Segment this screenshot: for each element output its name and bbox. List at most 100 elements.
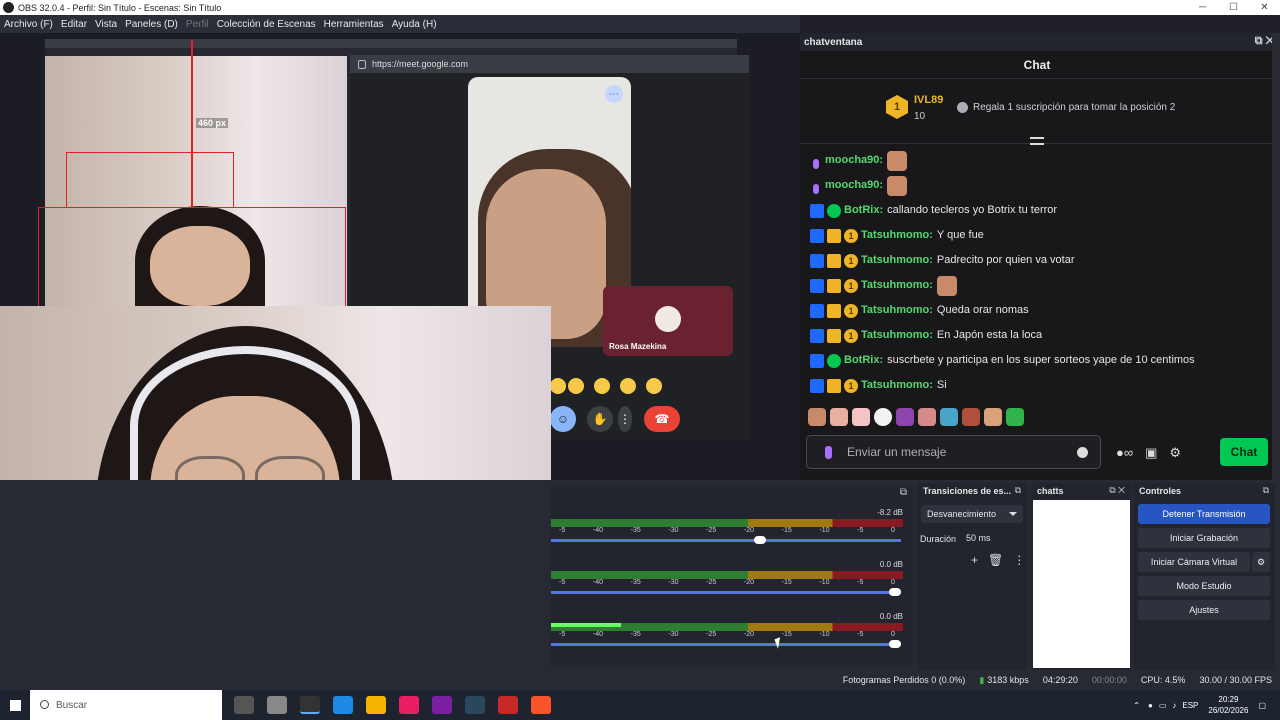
minimize-button[interactable]: ─ — [1187, 0, 1218, 15]
thumbs-down-icon[interactable] — [646, 378, 662, 394]
gift-sub-link[interactable]: Regala 1 suscripción para tomar la posic… — [957, 102, 1175, 113]
app-icon[interactable] — [498, 696, 518, 714]
tick-label: -5 — [857, 527, 864, 534]
dock-float-icon[interactable]: ⧉ — [900, 487, 907, 498]
clock[interactable]: 20:29 26/02/2026 — [1208, 694, 1248, 716]
emote-icon[interactable] — [1006, 408, 1024, 426]
edge-icon[interactable] — [333, 696, 353, 714]
network-icon[interactable]: ▭ — [1159, 701, 1167, 710]
emote-icon[interactable] — [896, 408, 914, 426]
selection-box[interactable] — [38, 207, 346, 307]
chat-username[interactable]: Tatsuhmomo: — [861, 223, 933, 248]
emote-icon[interactable] — [940, 408, 958, 426]
badge-one-icon: 1 — [844, 328, 858, 343]
volume-slider-handle[interactable] — [889, 640, 901, 648]
points-icon[interactable]: ●∞ — [1116, 445, 1133, 461]
more-options-icon[interactable]: ⋯ — [605, 85, 623, 103]
menu-archivo[interactable]: Archivo (F) — [0, 19, 57, 30]
chevron-up-icon[interactable]: ⌃ — [1133, 701, 1140, 710]
volume-slider[interactable] — [551, 539, 901, 542]
app-icon[interactable] — [399, 696, 419, 714]
dock-float-icon[interactable]: ⧉ — [1015, 485, 1021, 496]
language-indicator[interactable]: ESP — [1182, 701, 1198, 710]
volume-slider[interactable] — [551, 591, 901, 594]
leader-name[interactable]: IVL89 — [914, 94, 943, 106]
emoji-sad-icon[interactable] — [594, 378, 610, 394]
taskbar-search[interactable]: Buscar — [30, 690, 222, 720]
more-vert-icon[interactable]: ⋮ — [1013, 553, 1025, 567]
chat-username[interactable]: moocha90: — [825, 148, 883, 173]
start-button[interactable] — [0, 690, 30, 720]
brave-icon[interactable] — [531, 696, 551, 714]
chatts-browser[interactable] — [1033, 500, 1130, 668]
emoji-surprised-icon[interactable] — [568, 378, 584, 394]
settings-gear-icon[interactable]: ⚙ — [1169, 445, 1181, 461]
maximize-button[interactable]: ☐ — [1218, 0, 1249, 15]
obs-app-icon[interactable] — [300, 696, 320, 714]
app-icon[interactable] — [267, 696, 287, 714]
menu-herramientas[interactable]: Herramientas — [320, 19, 388, 30]
file-explorer-icon[interactable] — [366, 696, 386, 714]
microphone-icon[interactable]: ● — [1148, 701, 1153, 710]
stop-stream-button[interactable]: Detener Transmisión — [1138, 504, 1270, 524]
menu-paneles[interactable]: Paneles (D) — [121, 19, 182, 30]
end-call-icon[interactable]: ☎ — [644, 406, 680, 432]
task-view-icon[interactable] — [234, 696, 254, 714]
virtual-camera-settings-icon[interactable]: ⚙ — [1252, 552, 1270, 572]
chat-username[interactable]: moocha90: — [825, 173, 883, 198]
emoji-icon[interactable] — [550, 378, 566, 394]
more-vert-icon[interactable]: ⋮ — [618, 406, 632, 432]
volume-slider[interactable] — [551, 643, 901, 646]
chat-send-button[interactable]: Chat — [1220, 438, 1268, 466]
duration-label: Duración — [920, 534, 957, 544]
emote-icon[interactable] — [874, 408, 892, 426]
emote-icon[interactable] — [830, 408, 848, 426]
settings-button[interactable]: Ajustes — [1138, 600, 1270, 620]
app-icon[interactable] — [432, 696, 452, 714]
close-button[interactable]: ✕ — [1249, 0, 1280, 15]
raise-hand-icon[interactable]: ✋ — [587, 406, 613, 432]
duration-input[interactable]: 50 ms — [961, 529, 1023, 547]
start-recording-button[interactable]: Iniciar Grabación — [1138, 528, 1270, 548]
windows-icon — [9, 699, 21, 711]
chat-input[interactable]: Enviar un mensaje — [806, 435, 1101, 469]
menu-perfil[interactable]: Perfil — [182, 19, 213, 30]
chat-username[interactable]: Tatsuhmomo: — [861, 298, 933, 323]
emote-icon[interactable] — [852, 408, 870, 426]
chat-username[interactable]: Tatsuhmomo: — [861, 323, 933, 348]
microphone-icon[interactable] — [825, 446, 832, 459]
collapse-icon[interactable] — [1030, 137, 1044, 145]
add-icon[interactable]: + — [971, 553, 978, 567]
chat-username[interactable]: BotRix: — [844, 348, 883, 373]
chat-username[interactable]: Tatsuhmomo: — [861, 273, 933, 298]
virtual-camera-button[interactable]: Iniciar Cámara Virtual — [1138, 552, 1250, 572]
emote-icon[interactable] — [984, 408, 1002, 426]
scrollbar[interactable] — [1272, 33, 1280, 480]
trash-icon[interactable]: 🗑 — [988, 553, 1003, 567]
emote-icon[interactable] — [808, 408, 826, 426]
menu-editar[interactable]: Editar — [57, 19, 91, 30]
studio-mode-button[interactable]: Modo Estudio — [1138, 576, 1270, 596]
menu-coleccion-escenas[interactable]: Colección de Escenas — [213, 19, 320, 30]
dock-float-icon[interactable]: ⧉ — [1263, 485, 1269, 496]
emoji-thinking-icon[interactable] — [620, 378, 636, 394]
reactions-icon[interactable]: ☺ — [550, 406, 576, 432]
volume-slider-handle[interactable] — [889, 588, 901, 596]
menu-ayuda[interactable]: Ayuda (H) — [388, 19, 441, 30]
transition-select[interactable]: Desvanecimiento — [921, 505, 1023, 523]
tick-label: -35 — [630, 631, 641, 638]
menu-vista[interactable]: Vista — [91, 19, 121, 30]
chat-username[interactable]: Tatsuhmomo: — [861, 248, 933, 273]
volume-slider-handle[interactable] — [753, 536, 766, 544]
chat-username[interactable]: BotRix: — [844, 198, 883, 223]
notification-icon[interactable]: ▢ — [1258, 701, 1266, 710]
volume-icon[interactable]: ♪ — [1172, 701, 1176, 710]
emote-icon[interactable] — [962, 408, 980, 426]
dock-close-icon[interactable]: ⧉ ✕ — [1109, 485, 1125, 496]
emote-icon[interactable] — [918, 408, 936, 426]
steam-icon[interactable] — [465, 696, 485, 714]
selection-box-nested[interactable] — [66, 152, 234, 208]
chat-username[interactable]: Tatsuhmomo: — [861, 373, 933, 398]
store-icon[interactable]: ▣ — [1145, 445, 1157, 461]
emoji-picker-icon[interactable] — [1077, 447, 1088, 458]
